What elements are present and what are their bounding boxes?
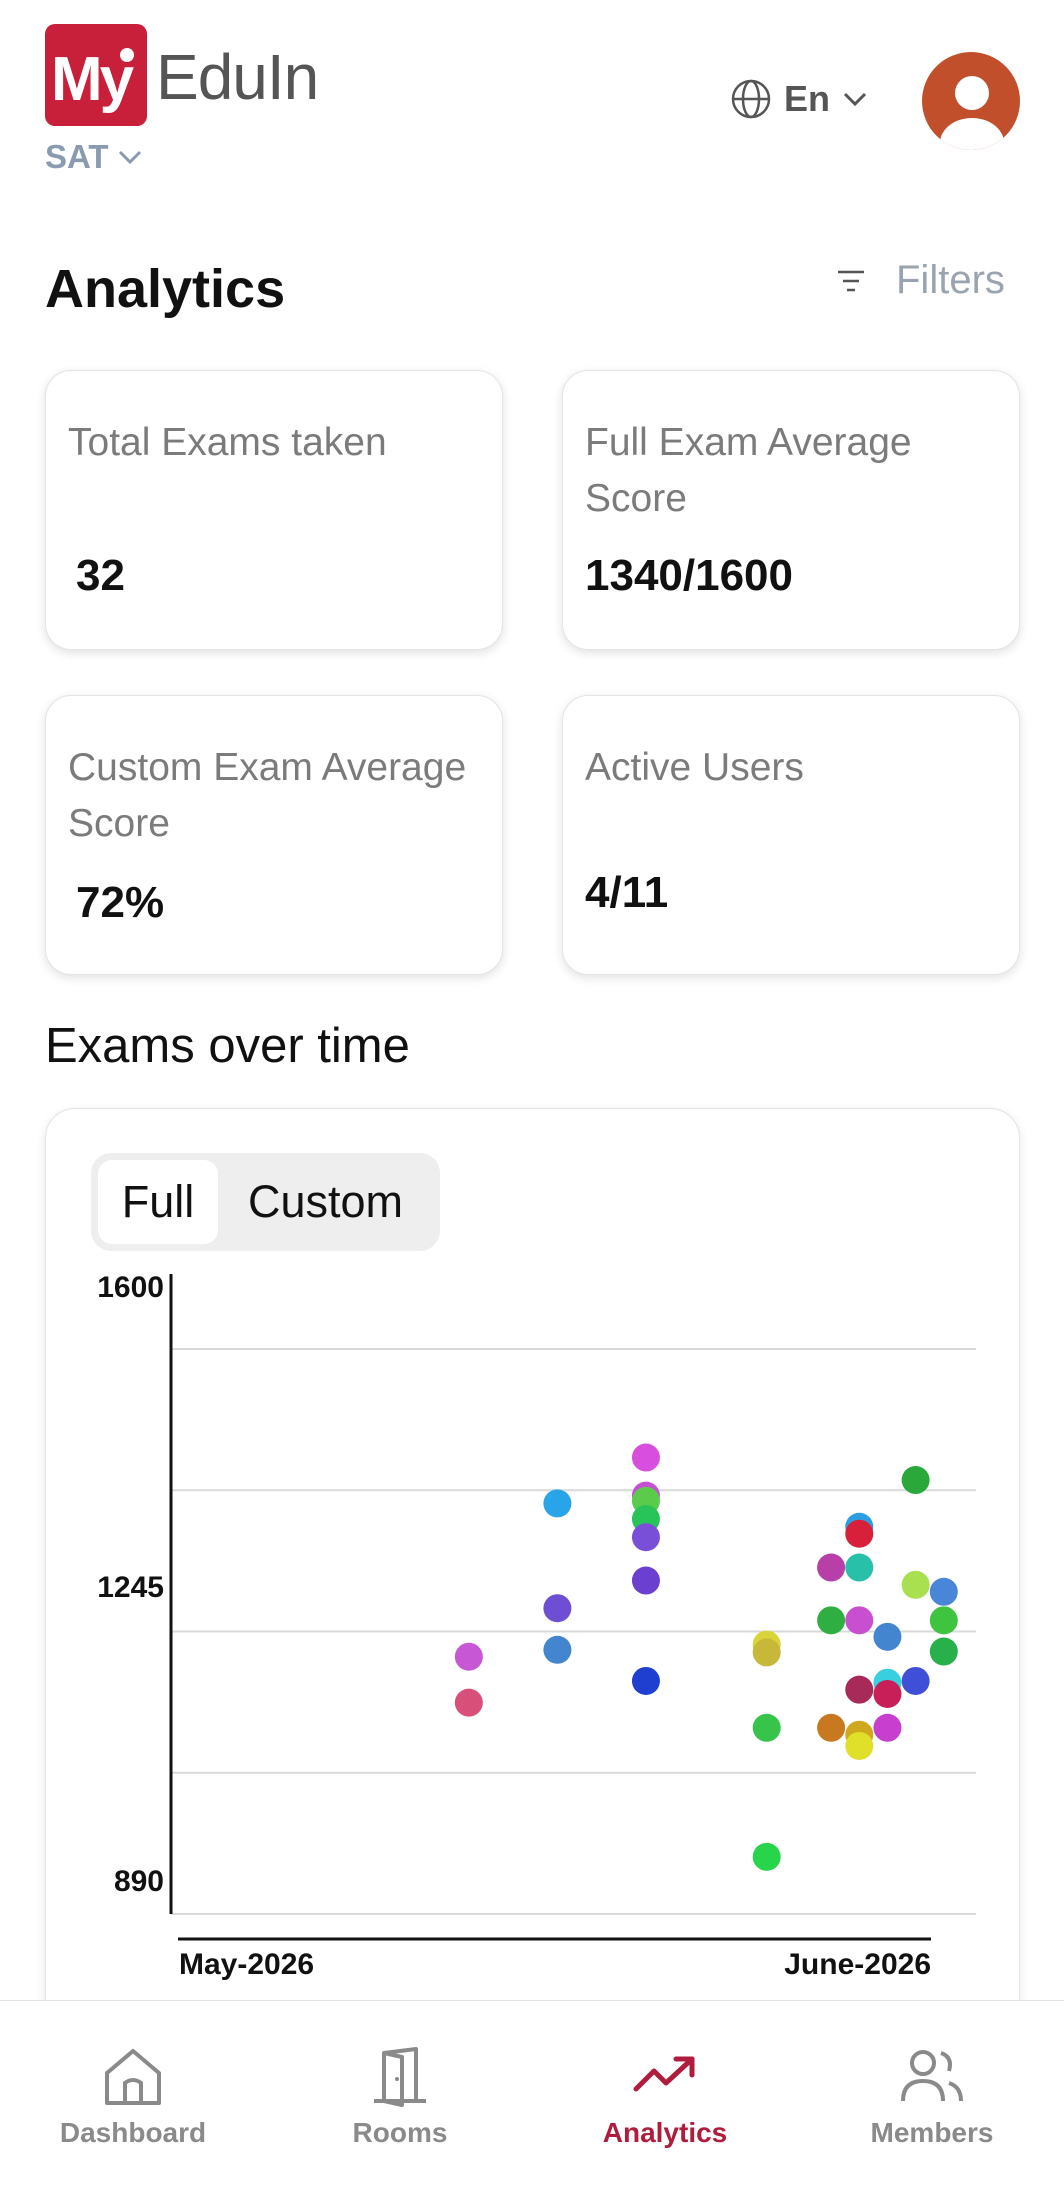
chart-point bbox=[543, 1635, 572, 1664]
chart-point bbox=[929, 1577, 958, 1606]
nav-item-rooms[interactable]: Rooms bbox=[290, 2045, 510, 2149]
app-header: My EduIn SAT En bbox=[0, 0, 1064, 200]
exams-chart-card: Full Custom 1600 1245 890 May-2026 June-2026 bbox=[45, 1108, 1020, 2068]
chart-point bbox=[901, 1570, 930, 1599]
chart-point bbox=[817, 1713, 846, 1742]
language-selector[interactable]: En bbox=[730, 78, 868, 120]
chart-point bbox=[631, 1443, 660, 1472]
chart-point bbox=[543, 1594, 572, 1623]
door-icon bbox=[374, 2047, 426, 2107]
chart-point bbox=[873, 1622, 902, 1651]
exam-selector[interactable]: SAT bbox=[45, 138, 143, 176]
globe-icon bbox=[731, 79, 771, 119]
chart-point bbox=[873, 1713, 902, 1742]
nav-label: Members bbox=[870, 2117, 994, 2148]
home-icon bbox=[105, 2049, 161, 2105]
stat-card-value: 72% bbox=[76, 878, 165, 927]
stat-card-total-exams[interactable]: Total Exams taken 32 bbox=[45, 370, 503, 650]
stat-card-full-exam-average[interactable]: Full Exam Average Score 1340/1600 bbox=[562, 370, 1020, 650]
page-title: Analytics bbox=[45, 259, 286, 319]
language-label: En bbox=[784, 78, 831, 119]
chart-y-tick-label: 890 bbox=[114, 1865, 164, 1898]
chart-point bbox=[752, 1713, 781, 1742]
chart-y-tick-label: 1600 bbox=[97, 1271, 164, 1304]
chart-point bbox=[873, 1679, 902, 1708]
chart-point bbox=[631, 1523, 660, 1552]
exams-scatter-chart: 1600 1245 890 May-2026 June-2026 bbox=[97, 1271, 976, 1981]
stat-card-value: 32 bbox=[76, 551, 125, 600]
avatar-head bbox=[955, 76, 989, 110]
avatar-body bbox=[940, 118, 1004, 150]
logo-brand-text: EduIn bbox=[156, 41, 319, 113]
chart-point bbox=[901, 1666, 930, 1695]
nav-item-analytics[interactable]: Analytics bbox=[555, 2045, 775, 2149]
stat-card-label: Active Users bbox=[585, 746, 804, 789]
nav-label: Analytics bbox=[602, 2117, 728, 2148]
stat-card-label: Total Exams taken bbox=[68, 421, 387, 464]
stat-card-label: Full Exam Average Score bbox=[585, 421, 912, 520]
nav-item-dashboard[interactable]: Dashboard bbox=[23, 2045, 243, 2149]
nav-label: Rooms bbox=[352, 2117, 448, 2148]
chart-x-tick-label: May-2026 bbox=[179, 1948, 314, 1981]
filter-icon bbox=[838, 270, 864, 291]
chevron-down-icon bbox=[843, 92, 867, 107]
chart-y-tick-label: 1245 bbox=[97, 1571, 164, 1604]
chart-point bbox=[752, 1638, 781, 1667]
nav-item-members[interactable]: Members bbox=[822, 2045, 1042, 2149]
logo-dot bbox=[120, 48, 134, 62]
chart-point bbox=[929, 1637, 958, 1666]
users-icon bbox=[901, 2050, 963, 2102]
stat-card-value: 1340/1600 bbox=[585, 551, 793, 600]
nav-label: Dashboard bbox=[59, 2117, 207, 2148]
filters-label: Filters bbox=[896, 258, 1005, 302]
section-title-exams-over-time: Exams over time bbox=[45, 1019, 410, 1073]
chart-point bbox=[631, 1566, 660, 1595]
chart-point bbox=[817, 1606, 846, 1635]
chart-point bbox=[845, 1553, 874, 1582]
exam-selector-label: SAT bbox=[45, 138, 109, 175]
stat-card-value: 4/11 bbox=[585, 868, 669, 917]
chart-point bbox=[845, 1606, 874, 1635]
chart-x-tick-label: June-2026 bbox=[784, 1948, 931, 1981]
chart-point bbox=[901, 1466, 930, 1495]
chart-point bbox=[845, 1675, 874, 1704]
chart-point bbox=[817, 1553, 846, 1582]
stat-card-custom-exam-average[interactable]: Custom Exam Average Score 72% bbox=[45, 695, 503, 975]
chart-point bbox=[845, 1731, 874, 1760]
chart-point bbox=[543, 1489, 572, 1518]
chart-point bbox=[929, 1606, 958, 1635]
filters-button[interactable]: Filters bbox=[836, 258, 1005, 303]
trending-up-icon bbox=[633, 2056, 695, 2092]
chart-point bbox=[454, 1642, 483, 1671]
chart-point bbox=[631, 1666, 660, 1695]
logo[interactable]: My bbox=[45, 24, 147, 126]
chart-point bbox=[454, 1688, 483, 1717]
stat-card-label: Custom Exam Average Score bbox=[68, 746, 467, 845]
stat-card-active-users[interactable]: Active Users 4/11 bbox=[562, 695, 1020, 975]
avatar[interactable] bbox=[922, 52, 1020, 150]
chart-point bbox=[845, 1519, 874, 1548]
chevron-down-icon bbox=[118, 150, 141, 165]
chart-point bbox=[752, 1842, 781, 1871]
